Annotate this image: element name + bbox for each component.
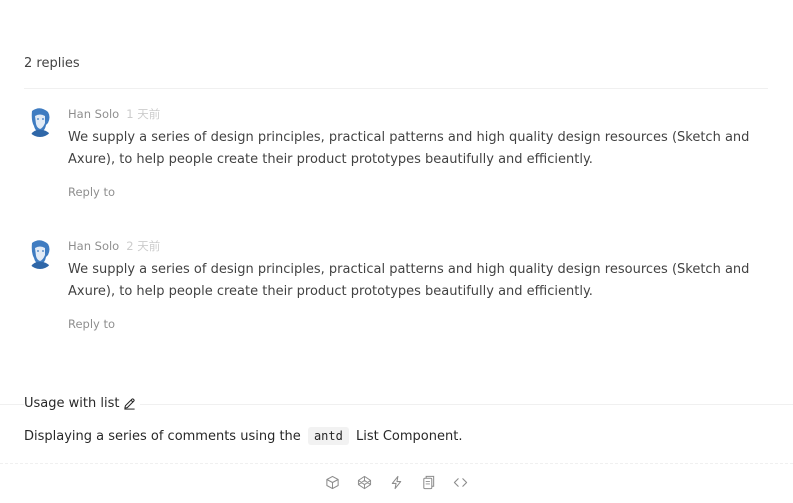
inline-code: antd [307, 427, 349, 445]
comment-content: We supply a series of design principles,… [68, 130, 750, 167]
description-text: Displaying a series of comments using th… [24, 429, 301, 444]
code-box-divider [0, 463, 793, 464]
replies-header: 2 replies [24, 56, 80, 71]
section-title-text[interactable]: Usage with list [24, 396, 119, 411]
codesandbox-icon[interactable] [325, 474, 341, 490]
comment-body: Han Solo 1 天前 We supply a series of desig… [68, 105, 758, 201]
reply-to-link[interactable]: Reply to [68, 183, 758, 201]
code-box-actions [0, 474, 793, 492]
reply-to-link[interactable]: Reply to [68, 315, 758, 333]
header-divider [24, 88, 768, 89]
codepen-icon[interactable] [357, 474, 373, 490]
edit-icon[interactable] [123, 397, 136, 410]
description-text: List Component. [355, 429, 463, 444]
comment-time: 2 天前 [126, 239, 161, 253]
comment-time: 1 天前 [126, 107, 161, 121]
comment-author[interactable]: Han Solo [68, 239, 119, 253]
expand-code-icon[interactable] [453, 474, 469, 490]
stackblitz-icon[interactable] [389, 474, 405, 490]
avatar[interactable] [26, 239, 54, 269]
section-description: Displaying a series of comments using th… [24, 425, 462, 448]
section-title[interactable]: Usage with list [24, 396, 141, 411]
avatar[interactable] [26, 107, 54, 137]
comment-meta: Han Solo 2 天前 [68, 237, 758, 255]
comment-demo-page: 2 replies Han Solo 1 天前 We supply a serie… [0, 0, 793, 503]
comment-meta: Han Solo 1 天前 [68, 105, 758, 123]
copy-icon[interactable] [421, 474, 437, 490]
comment-content: We supply a series of design principles,… [68, 262, 750, 299]
comment-body: Han Solo 2 天前 We supply a series of desig… [68, 237, 758, 333]
comment-author[interactable]: Han Solo [68, 107, 119, 121]
